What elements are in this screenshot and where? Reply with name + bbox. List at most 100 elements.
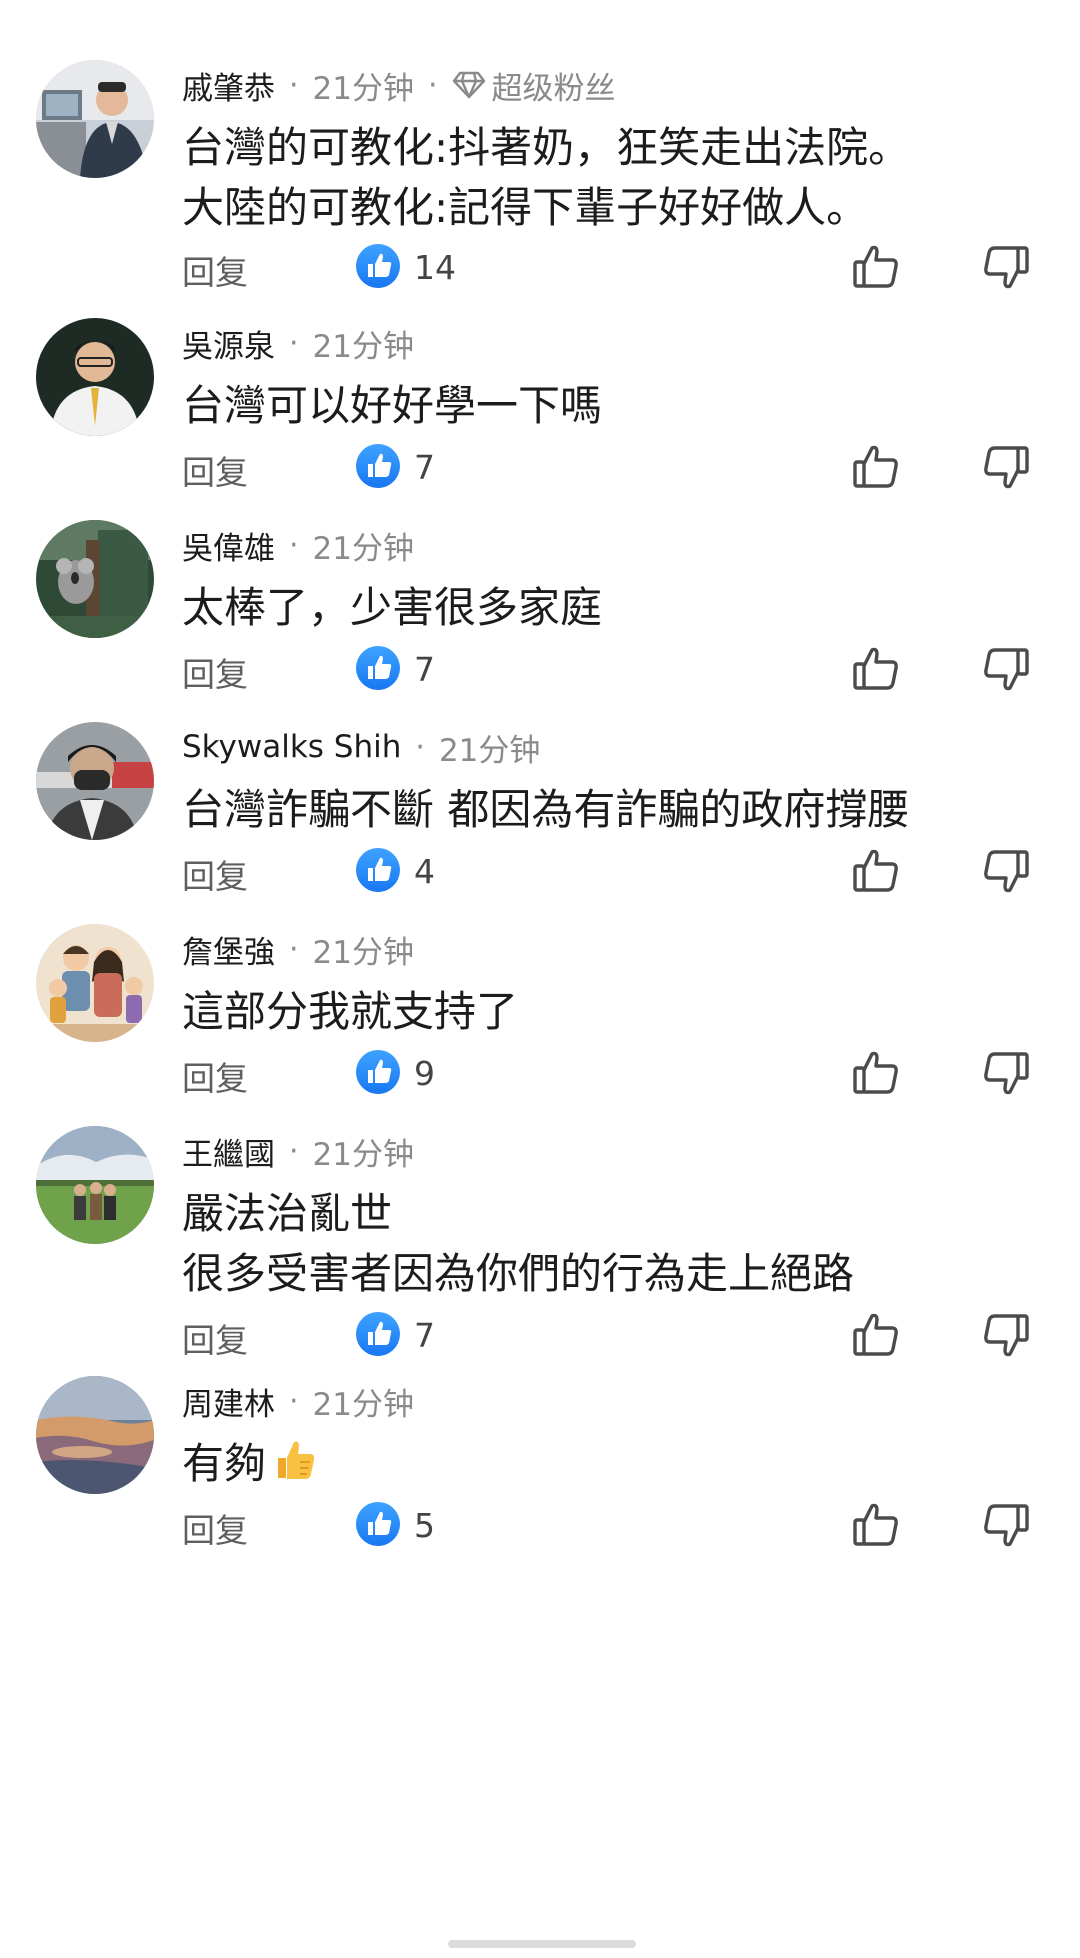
- thumbs-down-icon[interactable]: [980, 846, 1032, 898]
- comment-text-content: 這部分我就支持了: [182, 987, 519, 1036]
- comment-actions: 回复 7: [0, 438, 1080, 494]
- comment-header: 周建林 · 21分钟: [182, 1378, 414, 1424]
- like-reaction-icon: [354, 1500, 402, 1548]
- like-count: 9: [414, 1054, 435, 1093]
- comment-text-line: 這部分我就支持了: [182, 982, 518, 1042]
- comment-text-line: 台灣可以好好學一下嗎: [182, 376, 602, 436]
- comment-actions: 回复 7: [0, 640, 1080, 696]
- comment-text: 有夠: [182, 1434, 318, 1494]
- comment-text-line: 太棒了，少害很多家庭: [182, 578, 602, 638]
- like-count: 4: [414, 852, 435, 891]
- timestamp: 21分钟: [312, 934, 414, 971]
- comment-text: 這部分我就支持了: [182, 982, 518, 1042]
- super-fan-badge: 超级粉丝: [452, 63, 616, 108]
- thumbs-down-icon[interactable]: [980, 242, 1032, 294]
- comment-text: 台灣可以好好學一下嗎: [182, 376, 602, 436]
- like-reaction-icon: [354, 1048, 402, 1096]
- reply-button[interactable]: 回复: [182, 446, 248, 494]
- comment-text-line: 台灣詐騙不斷 都因為有詐騙的政府撐腰: [182, 780, 909, 840]
- separator-dot: ·: [289, 67, 299, 103]
- reply-button[interactable]: 回复: [182, 1314, 248, 1362]
- thumbs-up-icon[interactable]: [850, 642, 902, 694]
- author-name[interactable]: 吳源泉: [182, 321, 275, 366]
- badge-label: 超级粉丝: [491, 70, 616, 107]
- comment-actions: 回复 5: [0, 1496, 1080, 1552]
- comment-text-content: 嚴法治亂世: [182, 1189, 393, 1238]
- comment-text: 太棒了，少害很多家庭: [182, 578, 602, 638]
- comment-actions: 回复 9: [0, 1044, 1080, 1100]
- thumbs-up-emoji-icon: [270, 1436, 318, 1484]
- thumbs-down-icon[interactable]: [980, 1048, 1032, 1100]
- comment-text-content: 大陸的可教化:記得下輩子好好做人。: [182, 183, 869, 232]
- comment-header: 吳偉雄 · 21分钟: [182, 522, 414, 568]
- like-count: 7: [414, 650, 435, 689]
- thumbs-up-icon[interactable]: [850, 1498, 902, 1550]
- like-reaction-icon: [354, 1310, 402, 1358]
- comment-text: 台灣的可教化:抖著奶，狂笑走出法院。大陸的可教化:記得下輩子好好做人。: [182, 118, 910, 238]
- avatar[interactable]: [36, 1376, 154, 1494]
- reply-button[interactable]: 回复: [182, 648, 248, 696]
- comment-actions: 回复 7: [0, 1306, 1080, 1362]
- thumbs-down-icon[interactable]: [980, 442, 1032, 494]
- author-name[interactable]: 周建林: [182, 1379, 275, 1424]
- separator-dot: ·: [415, 729, 425, 765]
- comment-text: 嚴法治亂世很多受害者因為你們的行為走上絕路: [182, 1184, 854, 1304]
- thumbs-down-icon[interactable]: [980, 1500, 1032, 1552]
- home-indicator: [448, 1940, 636, 1948]
- separator-dot: ·: [289, 325, 299, 361]
- comment-text-line: 嚴法治亂世: [182, 1184, 854, 1244]
- comment-text-line: 有夠: [182, 1434, 318, 1494]
- timestamp: 21分钟: [312, 530, 414, 567]
- author-name[interactable]: 戚肇恭: [182, 63, 275, 108]
- separator-dot: ·: [289, 527, 299, 563]
- like-reaction-icon: [354, 242, 402, 290]
- comment-text: 台灣詐騙不斷 都因為有詐騙的政府撐腰: [182, 780, 909, 840]
- avatar[interactable]: [36, 318, 154, 436]
- timestamp: 21分钟: [312, 70, 414, 107]
- reply-button[interactable]: 回复: [182, 246, 248, 294]
- separator-dot: ·: [289, 1133, 299, 1169]
- thumbs-up-icon[interactable]: [850, 844, 902, 896]
- comment-text-content: 太棒了，少害很多家庭: [182, 583, 603, 632]
- reply-button[interactable]: 回复: [182, 850, 248, 898]
- timestamp: 21分钟: [312, 1386, 414, 1423]
- timestamp: 21分钟: [312, 1136, 414, 1173]
- comment-text-line: 大陸的可教化:記得下輩子好好做人。: [182, 178, 910, 238]
- comment-text-content: 台灣詐騙不斷 都因為有詐騙的政府撐腰: [182, 785, 910, 834]
- separator-dot: ·: [289, 1383, 299, 1419]
- author-name[interactable]: Skywalks Shih: [182, 729, 401, 765]
- comment-header: 詹堡強 · 21分钟: [182, 926, 414, 972]
- comment-text-line: 台灣的可教化:抖著奶，狂笑走出法院。: [182, 118, 910, 178]
- thumbs-down-icon[interactable]: [980, 1310, 1032, 1362]
- like-count: 7: [414, 1316, 435, 1355]
- like-reaction-icon: [354, 846, 402, 894]
- thumbs-up-icon[interactable]: [850, 240, 902, 292]
- reply-button[interactable]: 回复: [182, 1052, 248, 1100]
- thumbs-up-icon[interactable]: [850, 1046, 902, 1098]
- thumbs-down-icon[interactable]: [980, 644, 1032, 696]
- reply-button[interactable]: 回复: [182, 1504, 248, 1552]
- avatar[interactable]: [36, 924, 154, 1042]
- thumbs-up-icon[interactable]: [850, 440, 902, 492]
- timestamp: 21分钟: [312, 328, 414, 365]
- comment-header: 戚肇恭 · 21分钟 · 超级粉丝: [182, 62, 616, 108]
- timestamp: 21分钟: [438, 732, 541, 769]
- comment-text-content: 很多受害者因為你們的行為走上絕路: [182, 1249, 855, 1298]
- avatar[interactable]: [36, 520, 154, 638]
- like-count: 7: [414, 448, 435, 487]
- comment-header: 王繼國 · 21分钟: [182, 1128, 414, 1174]
- author-name[interactable]: 吳偉雄: [182, 523, 275, 568]
- comment-actions: 回复 4: [0, 842, 1080, 898]
- comment-header: 吳源泉 · 21分钟: [182, 320, 414, 366]
- comment-text-content: 台灣可以好好學一下嗎: [182, 381, 603, 430]
- comment-header: Skywalks Shih · 21分钟: [182, 724, 540, 770]
- thumbs-up-icon[interactable]: [850, 1308, 902, 1360]
- author-name[interactable]: 王繼國: [182, 1129, 275, 1174]
- avatar[interactable]: [36, 1126, 154, 1244]
- author-name[interactable]: 詹堡強: [182, 927, 275, 972]
- separator-dot: ·: [428, 67, 438, 103]
- like-reaction-icon: [354, 442, 402, 490]
- like-reaction-icon: [354, 644, 402, 692]
- avatar[interactable]: [36, 722, 154, 840]
- avatar[interactable]: [36, 60, 154, 178]
